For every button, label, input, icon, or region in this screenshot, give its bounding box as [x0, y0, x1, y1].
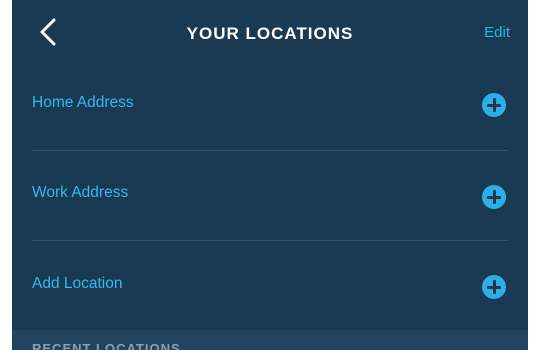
- location-label: Home Address: [32, 94, 134, 111]
- location-row-home[interactable]: Home Address: [12, 66, 528, 156]
- edit-button[interactable]: Edit: [484, 24, 510, 41]
- location-label: Add Location: [32, 275, 123, 292]
- location-label: Work Address: [32, 184, 129, 201]
- header-bar: YOUR LOCATIONS Edit: [12, 0, 528, 66]
- plus-circle-icon[interactable]: [482, 93, 506, 117]
- locations-screen: YOUR LOCATIONS Edit Home Address Work Ad…: [12, 0, 528, 350]
- plus-circle-icon[interactable]: [482, 275, 506, 299]
- location-row-add[interactable]: Add Location: [12, 241, 528, 331]
- recent-locations-header: RECENT LOCATIONS: [12, 330, 528, 350]
- plus-circle-icon[interactable]: [482, 185, 506, 209]
- page-title: YOUR LOCATIONS: [186, 24, 354, 43]
- section-title: RECENT LOCATIONS: [32, 341, 181, 350]
- location-row-work[interactable]: Work Address: [12, 151, 528, 241]
